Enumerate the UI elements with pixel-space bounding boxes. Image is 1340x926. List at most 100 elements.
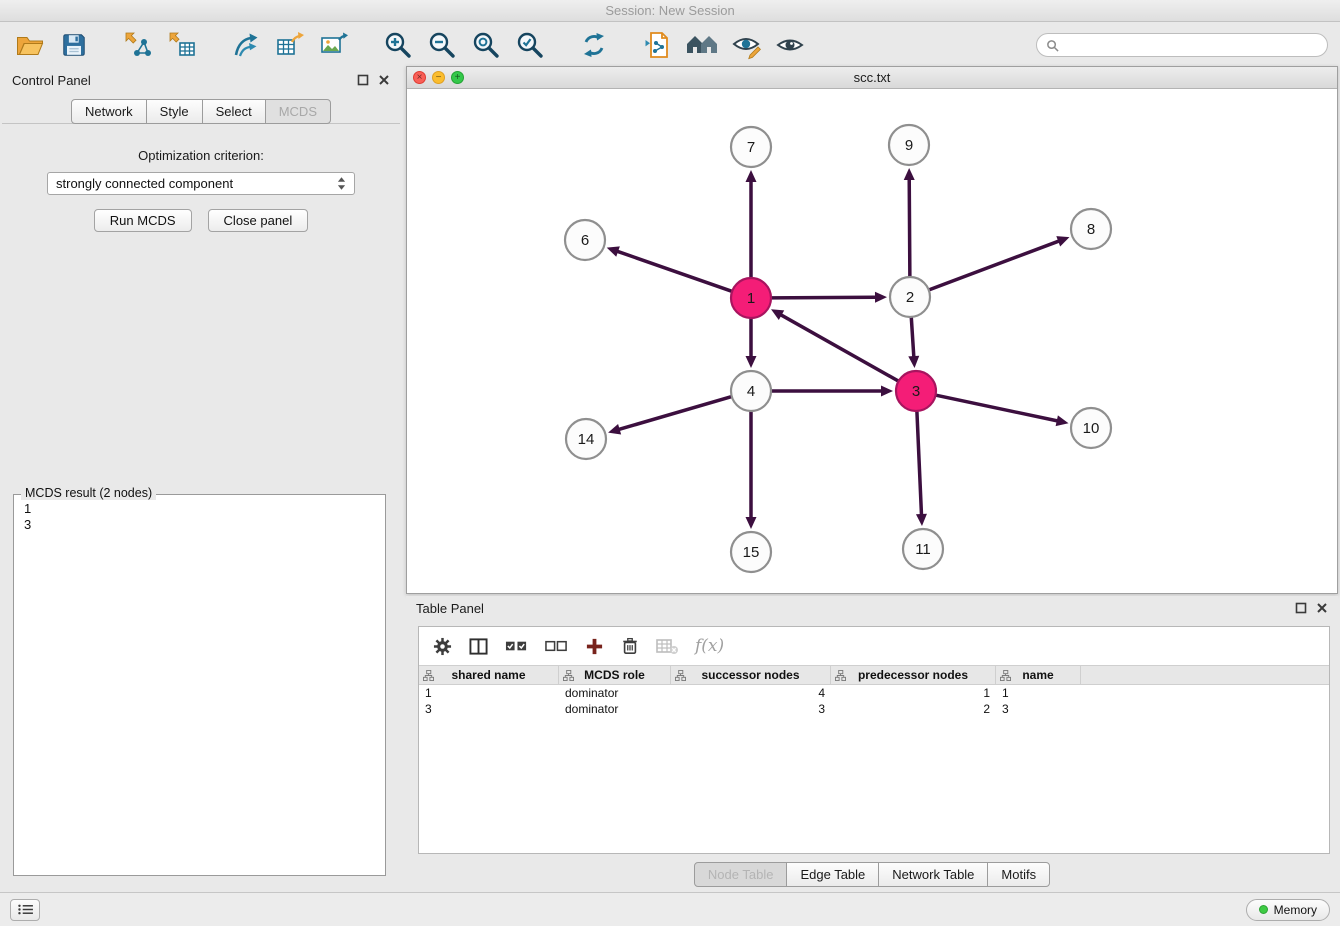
edge-1-2[interactable] xyxy=(772,297,875,298)
column-header-name[interactable]: name xyxy=(996,666,1081,684)
close-icon xyxy=(378,74,390,86)
column-edit-icon xyxy=(563,670,574,681)
export-image-icon xyxy=(319,30,349,60)
export-network-button[interactable] xyxy=(228,27,264,63)
edge-2-3[interactable] xyxy=(911,318,913,356)
function-builder-button[interactable]: f(x) xyxy=(695,636,724,656)
mcds-result-line: 1 xyxy=(14,501,385,517)
zoom-fit-button[interactable] xyxy=(468,27,504,63)
select-all-icon xyxy=(505,638,528,654)
network-canvas[interactable]: 7968124314101511 xyxy=(407,89,1337,594)
home-pair-icon xyxy=(685,32,719,58)
float-panel-button[interactable] xyxy=(357,74,369,86)
close-table-panel-button[interactable] xyxy=(1316,602,1328,614)
delete-column-button[interactable] xyxy=(621,636,639,656)
edge-1-6[interactable] xyxy=(618,252,731,292)
maximize-window-button[interactable]: + xyxy=(451,71,464,84)
tab-network[interactable]: Network xyxy=(71,99,147,124)
column-edit-icon xyxy=(835,670,846,681)
create-column-button[interactable] xyxy=(585,637,604,656)
edge-3-1[interactable] xyxy=(781,315,897,381)
table-header-row: shared name MCDS rolesuccessor nodesprede… xyxy=(419,665,1329,685)
window-titlebar: Session: New Session xyxy=(0,0,1340,22)
show-hide-button[interactable] xyxy=(772,27,808,63)
table-row[interactable]: 3dominator323 xyxy=(419,701,1329,717)
memory-button[interactable]: Memory xyxy=(1246,899,1330,921)
column-header-predecessor-nodes[interactable]: predecessor nodes xyxy=(831,666,996,684)
show-columns-button[interactable] xyxy=(469,637,488,656)
table-body: 1dominator4113dominator323 xyxy=(419,685,1329,717)
tab-edge-table[interactable]: Edge Table xyxy=(786,862,879,887)
plus-icon xyxy=(585,637,604,656)
minimize-window-button[interactable]: − xyxy=(432,71,445,84)
search-icon xyxy=(1046,39,1059,52)
run-mcds-button[interactable]: Run MCDS xyxy=(94,209,192,232)
edge-arrow-icon xyxy=(904,168,915,180)
edge-3-11[interactable] xyxy=(917,412,922,514)
float-table-panel-button[interactable] xyxy=(1295,602,1307,614)
edge-arrow-icon xyxy=(881,386,893,397)
tab-select[interactable]: Select xyxy=(202,99,266,124)
close-panel-action-button[interactable]: Close panel xyxy=(208,209,309,232)
table-cell: dominator xyxy=(559,701,671,717)
table-settings-button[interactable] xyxy=(433,637,452,656)
close-window-button[interactable]: × xyxy=(413,71,426,84)
node-label: 6 xyxy=(581,232,589,249)
clone-network-button[interactable] xyxy=(640,27,676,63)
export-table-button[interactable] xyxy=(272,27,308,63)
column-edit-icon xyxy=(1000,670,1011,681)
tab-style[interactable]: Style xyxy=(146,99,203,124)
open-session-button[interactable] xyxy=(12,27,48,63)
edge-arrow-icon xyxy=(746,356,757,368)
zoom-fit-icon xyxy=(471,30,501,60)
column-header-mcds-role[interactable]: MCDS role xyxy=(559,666,671,684)
graphics-details-button[interactable] xyxy=(728,27,764,63)
zoom-selected-icon xyxy=(515,30,545,60)
dropdown-selected-value: strongly connected component xyxy=(56,176,233,191)
save-session-button[interactable] xyxy=(56,27,92,63)
column-header-label: shared name xyxy=(451,668,525,682)
node-label: 11 xyxy=(915,541,931,558)
table-cell: dominator xyxy=(559,685,671,701)
zoom-out-button[interactable] xyxy=(424,27,460,63)
table-row[interactable]: 1dominator411 xyxy=(419,685,1329,701)
edge-2-8[interactable] xyxy=(930,241,1059,289)
tab-node-table[interactable]: Node Table xyxy=(694,862,788,887)
refresh-icon xyxy=(579,30,609,60)
deselect-all-columns-button[interactable] xyxy=(545,638,568,654)
search-input[interactable] xyxy=(1064,38,1318,52)
import-table-button[interactable] xyxy=(164,27,200,63)
network-canvas-area[interactable]: 7968124314101511 xyxy=(407,89,1337,593)
edge-3-10[interactable] xyxy=(937,395,1057,420)
tab-mcds[interactable]: MCDS xyxy=(265,99,331,124)
optimization-criterion-dropdown[interactable]: strongly connected component xyxy=(47,172,355,195)
network-window-titlebar[interactable]: scc.txt × − + xyxy=(407,67,1337,89)
zoom-in-button[interactable] xyxy=(380,27,416,63)
delete-table-button[interactable] xyxy=(656,637,678,655)
mcds-result-line: 3 xyxy=(14,517,385,533)
column-header-successor-nodes[interactable]: successor nodes xyxy=(671,666,831,684)
refresh-button[interactable] xyxy=(576,27,612,63)
edge-arrow-icon xyxy=(1056,236,1069,246)
node-label: 9 xyxy=(905,137,913,154)
task-history-button[interactable] xyxy=(10,899,40,921)
select-all-columns-button[interactable] xyxy=(505,638,528,654)
zoom-selected-button[interactable] xyxy=(512,27,548,63)
tab-network-table[interactable]: Network Table xyxy=(878,862,988,887)
column-header-shared-name[interactable]: shared name xyxy=(419,666,559,684)
table-panel-title: Table Panel xyxy=(416,601,484,616)
edge-4-14[interactable] xyxy=(620,397,731,429)
control-panel-title: Control Panel xyxy=(12,73,91,88)
edge-2-9[interactable] xyxy=(909,180,910,276)
search-box[interactable] xyxy=(1036,33,1328,57)
table-cell: 3 xyxy=(419,701,559,717)
home-view-button[interactable] xyxy=(684,27,720,63)
table-cell: 1 xyxy=(419,685,559,701)
control-panel-tabstrip: NetworkStyleSelectMCDS xyxy=(2,96,400,124)
close-panel-button[interactable] xyxy=(378,74,390,86)
edge-arrow-icon xyxy=(916,514,927,526)
mcds-result-list: 13 xyxy=(14,495,385,533)
tab-motifs[interactable]: Motifs xyxy=(987,862,1050,887)
export-image-button[interactable] xyxy=(316,27,352,63)
import-network-button[interactable] xyxy=(120,27,156,63)
